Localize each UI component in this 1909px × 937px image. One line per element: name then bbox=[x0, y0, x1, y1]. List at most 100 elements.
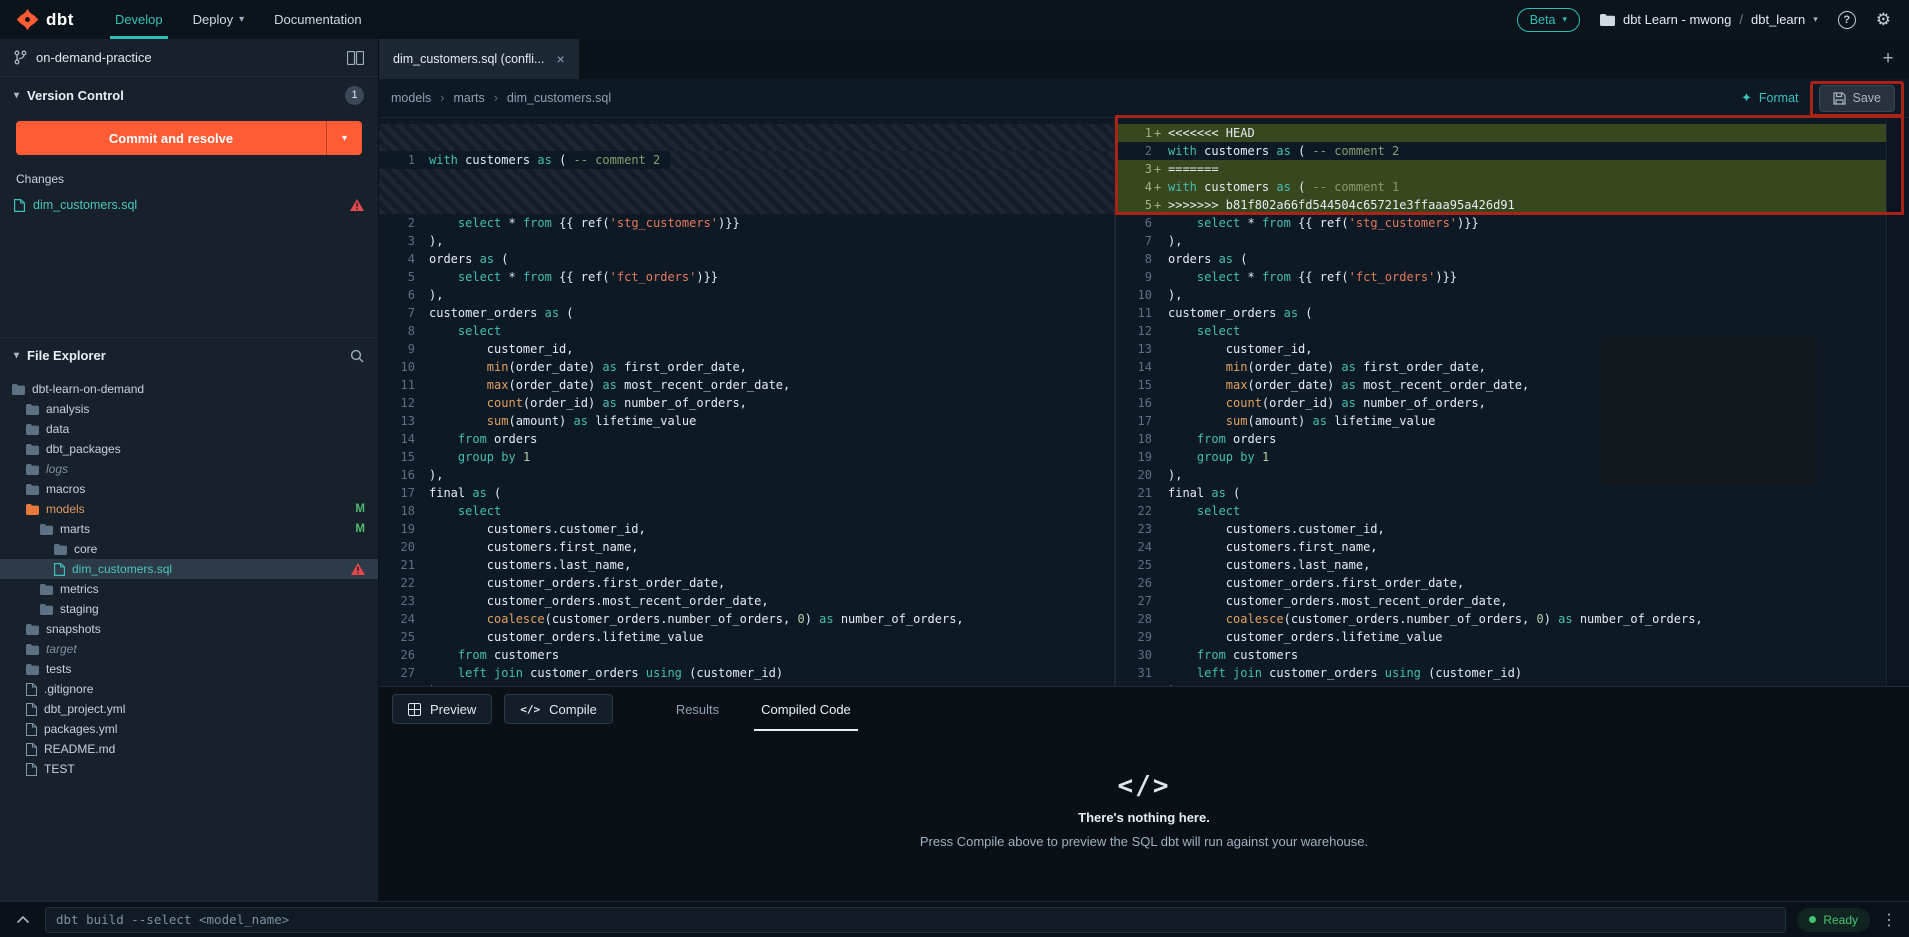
code-line-left-15[interactable]: 15 group by 1 bbox=[379, 448, 1114, 466]
close-icon[interactable]: × bbox=[556, 51, 564, 67]
tree-item-target[interactable]: target bbox=[0, 639, 378, 659]
code-line-left-7[interactable]: 7customer_orders as ( bbox=[379, 304, 1114, 322]
tree-item-TEST[interactable]: TEST bbox=[0, 759, 378, 779]
breadcrumb-item[interactable]: models bbox=[391, 91, 431, 105]
code-line-left-11[interactable]: 11 max(order_date) as most_recent_order_… bbox=[379, 376, 1114, 394]
nav-develop[interactable]: Develop bbox=[100, 0, 178, 39]
editor-scrollbar[interactable] bbox=[1886, 118, 1909, 686]
code-line-left-12[interactable]: 12 count(order_id) as number_of_orders, bbox=[379, 394, 1114, 412]
tree-item-models[interactable]: modelsM bbox=[0, 499, 378, 519]
code-line-left-23[interactable]: 23 customer_orders.most_recent_order_dat… bbox=[379, 592, 1114, 610]
changed-file-dim_customers.sql[interactable]: dim_customers.sql bbox=[0, 193, 378, 217]
code-line-left-1[interactable]: 1with customers as ( -- comment 2 bbox=[379, 151, 1114, 169]
tree-item-macros[interactable]: macros bbox=[0, 479, 378, 499]
code-line-left-8[interactable]: 8 select bbox=[379, 322, 1114, 340]
tree-item-dim_customers.sql[interactable]: dim_customers.sql bbox=[0, 559, 378, 579]
code-line-left-24[interactable]: 24 coalesce(customer_orders.number_of_or… bbox=[379, 610, 1114, 628]
code-line-left-5[interactable]: 5 select * from {{ ref('fct_orders')}} bbox=[379, 268, 1114, 286]
code-line-right-5[interactable]: 5+>>>>>>> b81f802a66fd544504c65721e3ffaa… bbox=[1116, 196, 1886, 214]
beta-button[interactable]: Beta ▾ bbox=[1517, 8, 1580, 32]
book-icon[interactable] bbox=[347, 51, 364, 65]
tree-item-tests[interactable]: tests bbox=[0, 659, 378, 679]
code-line-right-9[interactable]: 9 select * from {{ ref('fct_orders')}} bbox=[1116, 268, 1886, 286]
tab-dim-customers[interactable]: dim_customers.sql (confli... × bbox=[379, 39, 579, 79]
gear-icon[interactable]: ⚙ bbox=[1876, 11, 1891, 28]
code-line-right-26[interactable]: 26 customer_orders.first_order_date, bbox=[1116, 574, 1886, 592]
code-line-right-30[interactable]: 30 from customers bbox=[1116, 646, 1886, 664]
code-line-right-11[interactable]: 11customer_orders as ( bbox=[1116, 304, 1886, 322]
tree-item-dbt_packages[interactable]: dbt_packages bbox=[0, 439, 378, 459]
breadcrumb-item[interactable]: marts bbox=[453, 91, 484, 105]
account-selector[interactable]: dbt Learn - mwong / dbt_learn ▾ bbox=[1600, 12, 1818, 27]
tree-item-metrics[interactable]: metrics bbox=[0, 579, 378, 599]
code-line-right-2[interactable]: 2with customers as ( -- comment 2 bbox=[1116, 142, 1886, 160]
chevron-up-icon[interactable] bbox=[12, 909, 34, 931]
tree-item-snapshots[interactable]: snapshots bbox=[0, 619, 378, 639]
code-line-right-10[interactable]: 10), bbox=[1116, 286, 1886, 304]
breadcrumb-item[interactable]: dim_customers.sql bbox=[507, 91, 611, 105]
tree-item-dbt_project.yml[interactable]: dbt_project.yml bbox=[0, 699, 378, 719]
overflow-menu-icon[interactable]: ⋮ bbox=[1881, 910, 1897, 930]
branch-selector[interactable]: on-demand-practice bbox=[0, 39, 378, 77]
tab-results[interactable]: Results bbox=[655, 687, 740, 731]
code-line-left-4[interactable]: 4orders as ( bbox=[379, 250, 1114, 268]
compile-button[interactable]: </> Compile bbox=[504, 694, 613, 724]
code-line-left-6[interactable]: 6), bbox=[379, 286, 1114, 304]
search-icon[interactable] bbox=[350, 349, 364, 363]
code-line-right-4[interactable]: 4+with customers as ( -- comment 1 bbox=[1116, 178, 1886, 196]
code-line-left-2[interactable]: 2 select * from {{ ref('stg_customers')}… bbox=[379, 214, 1114, 232]
code-line-right-28[interactable]: 28 coalesce(customer_orders.number_of_or… bbox=[1116, 610, 1886, 628]
code-line-left-26[interactable]: 26 from customers bbox=[379, 646, 1114, 664]
code-line-right-23[interactable]: 23 customers.customer_id, bbox=[1116, 520, 1886, 538]
tree-item-staging[interactable]: staging bbox=[0, 599, 378, 619]
editor-pane-current[interactable]: 1with customers as ( -- comment 2 2 selec… bbox=[379, 118, 1116, 686]
code-line-right-31[interactable]: 31 left join customer_orders using (cust… bbox=[1116, 664, 1886, 682]
code-line-left-13[interactable]: 13 sum(amount) as lifetime_value bbox=[379, 412, 1114, 430]
tree-item-marts[interactable]: martsM bbox=[0, 519, 378, 539]
tree-item-logs[interactable]: logs bbox=[0, 459, 378, 479]
file-explorer-header[interactable]: ▾ File Explorer bbox=[0, 337, 378, 373]
code-line-left-22[interactable]: 22 customer_orders.first_order_date, bbox=[379, 574, 1114, 592]
code-line-left-25[interactable]: 25 customer_orders.lifetime_value bbox=[379, 628, 1114, 646]
code-line-left-21[interactable]: 21 customers.last_name, bbox=[379, 556, 1114, 574]
code-line-left-9[interactable]: 9 customer_id, bbox=[379, 340, 1114, 358]
code-line-left-16[interactable]: 16), bbox=[379, 466, 1114, 484]
code-line-left-3[interactable]: 3), bbox=[379, 232, 1114, 250]
tab-compiled-code[interactable]: Compiled Code bbox=[740, 687, 872, 731]
save-button[interactable]: Save bbox=[1819, 85, 1896, 112]
code-line-right-6[interactable]: 6 select * from {{ ref('stg_customers')}… bbox=[1116, 214, 1886, 232]
code-line-left-18[interactable]: 18 select bbox=[379, 502, 1114, 520]
version-control-header[interactable]: ▾ Version Control 1 bbox=[0, 77, 378, 113]
code-line-left-28[interactable]: 28) bbox=[379, 682, 1114, 686]
help-icon[interactable]: ? bbox=[1838, 11, 1856, 29]
code-line-right-21[interactable]: 21final as ( bbox=[1116, 484, 1886, 502]
code-line-right-32[interactable]: 32) bbox=[1116, 682, 1886, 686]
tree-item-.gitignore[interactable]: .gitignore bbox=[0, 679, 378, 699]
code-line-right-3[interactable]: 3+======= bbox=[1116, 160, 1886, 178]
tree-item-README.md[interactable]: README.md bbox=[0, 739, 378, 759]
code-line-right-22[interactable]: 22 select bbox=[1116, 502, 1886, 520]
format-button[interactable]: ✦ Format bbox=[1741, 90, 1799, 106]
command-input[interactable] bbox=[45, 907, 1786, 933]
code-line-right-7[interactable]: 7), bbox=[1116, 232, 1886, 250]
code-line-left-19[interactable]: 19 customers.customer_id, bbox=[379, 520, 1114, 538]
tree-item-data[interactable]: data bbox=[0, 419, 378, 439]
tree-item-core[interactable]: core bbox=[0, 539, 378, 559]
new-tab-button[interactable]: + bbox=[1867, 39, 1909, 79]
code-line-left-10[interactable]: 10 min(order_date) as first_order_date, bbox=[379, 358, 1114, 376]
code-line-left-27[interactable]: 27 left join customer_orders using (cust… bbox=[379, 664, 1114, 682]
nav-deploy[interactable]: Deploy▾ bbox=[178, 0, 260, 39]
nav-documentation[interactable]: Documentation bbox=[259, 0, 376, 39]
tree-item-dbt-learn-on-demand[interactable]: dbt-learn-on-demand bbox=[0, 379, 378, 399]
code-line-left-14[interactable]: 14 from orders bbox=[379, 430, 1114, 448]
tree-item-packages.yml[interactable]: packages.yml bbox=[0, 719, 378, 739]
code-line-left-20[interactable]: 20 customers.first_name, bbox=[379, 538, 1114, 556]
code-line-right-1[interactable]: 1+<<<<<<< HEAD bbox=[1116, 124, 1886, 142]
dbt-logo[interactable]: dbt bbox=[0, 0, 88, 39]
code-line-right-29[interactable]: 29 customer_orders.lifetime_value bbox=[1116, 628, 1886, 646]
tree-item-analysis[interactable]: analysis bbox=[0, 399, 378, 419]
code-line-right-8[interactable]: 8orders as ( bbox=[1116, 250, 1886, 268]
commit-options-caret[interactable]: ▾ bbox=[326, 121, 362, 155]
code-line-right-25[interactable]: 25 customers.last_name, bbox=[1116, 556, 1886, 574]
code-line-right-24[interactable]: 24 customers.first_name, bbox=[1116, 538, 1886, 556]
